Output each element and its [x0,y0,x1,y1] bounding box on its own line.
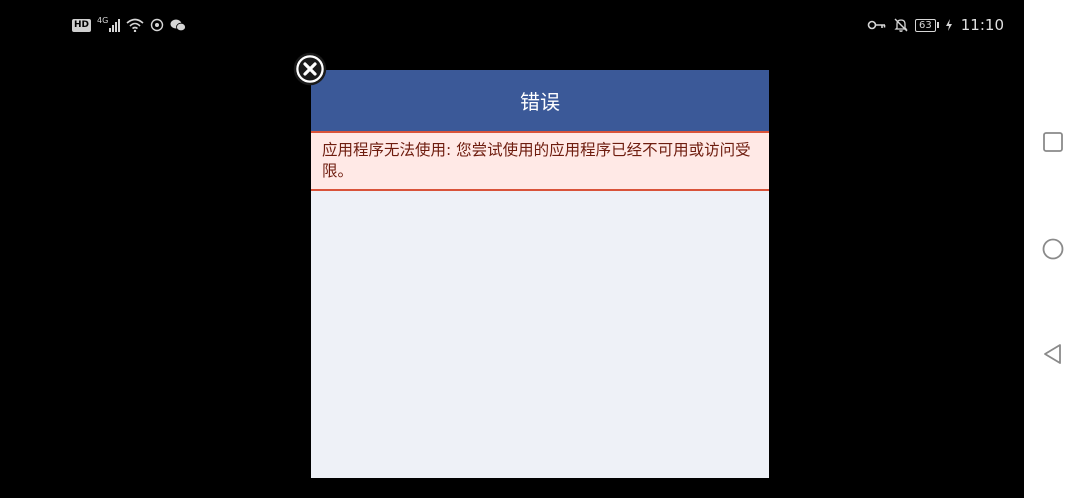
home-icon[interactable] [1042,238,1064,260]
key-icon [867,20,886,30]
wifi-icon [126,18,144,32]
status-right: 63 11:10 [867,14,1004,36]
status-left: HD 4G [72,14,187,36]
battery-level: 63 [915,18,936,32]
sync-icon [151,18,164,32]
dialog-header: 错误 [311,70,769,131]
wechat-icon [170,19,187,32]
close-circle-icon[interactable] [293,52,327,86]
hd-icon: HD [72,18,92,32]
error-dialog: 错误 应用程序无法使用: 您尝试使用的应用程序已经不可用或访问受限。 [311,70,769,478]
error-message: 应用程序无法使用: 您尝试使用的应用程序已经不可用或访问受限。 [322,141,751,180]
network-type-label: 4G [97,15,109,25]
back-icon[interactable] [1042,343,1064,365]
signal-icon [109,18,121,32]
recent-apps-icon[interactable] [1042,131,1064,153]
error-message-box: 应用程序无法使用: 您尝试使用的应用程序已经不可用或访问受限。 [311,131,769,191]
navigation-bar [1024,0,1080,498]
clock: 11:10 [960,16,1004,34]
status-bar: HD 4G 63 11:10 [0,0,1024,50]
dialog-title: 错误 [520,90,560,114]
charging-icon [945,19,952,31]
bell-off-icon [894,18,908,32]
app-screen: HD 4G 63 11:10 错误 应用程序无法使用: 您尝试使用的应用程序已经… [0,0,1024,498]
battery-icon: 63 [915,18,939,32]
